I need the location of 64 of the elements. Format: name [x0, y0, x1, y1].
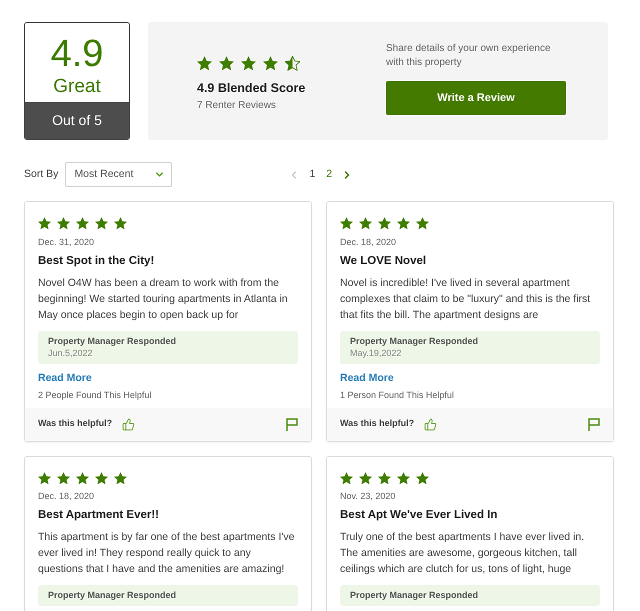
review-date: Dec. 18, 2020	[38, 490, 96, 502]
star-icon	[57, 217, 70, 230]
star-icon	[340, 217, 353, 230]
star-icon	[95, 472, 108, 484]
read-more-link[interactable]: Read More	[340, 372, 394, 384]
review-date: Dec. 18, 2020	[340, 236, 398, 248]
star-icon	[378, 472, 391, 484]
helpful-count: 1 Person Found This Helpful	[340, 388, 455, 400]
overall-score: 4.9	[50, 32, 104, 76]
response-title: Property Manager Responded	[48, 590, 178, 601]
star-icon	[57, 472, 70, 484]
star-icon	[197, 56, 212, 71]
star-icon	[114, 217, 127, 230]
helpful-count: 2 People Found This Helpful	[38, 388, 152, 400]
star-icon	[114, 472, 127, 484]
page-number[interactable]: 2	[324, 166, 334, 182]
star-icon	[340, 472, 353, 484]
star-icon	[378, 217, 391, 230]
flag-icon[interactable]	[286, 418, 298, 430]
review-text: Truly one of the best apartments I have ever lived in. The amenities are awesome, gorgeous kitchen, tall ceilings which are clutch for us, tons of light, huge	[340, 530, 586, 577]
star-icon	[219, 56, 234, 71]
response-date: Jun.5,2022	[48, 346, 94, 358]
blended-score: 4.9 Blended Score	[197, 80, 306, 96]
thumbs-up-icon[interactable]	[122, 418, 136, 430]
review-text: This apartment is by far one of the best apartments I've ever lived in! They respond really quick to any questions that I have and the amenities are amazing!	[38, 530, 296, 577]
star-icon	[38, 217, 51, 230]
thumbs-up-icon[interactable]	[424, 418, 438, 430]
helpful-prompt: Was this helpful?	[38, 417, 112, 430]
review-title: Best Spot in the City!	[38, 254, 156, 268]
score-label: Great	[53, 76, 101, 98]
half-star-icon	[285, 56, 300, 71]
star-icon	[397, 472, 410, 484]
review-text: Novel O4W has been a dream to work with from the beginning! We started touring apartments in Atlanta in May once places begin to open back up for	[38, 276, 289, 322]
response-title: Property Manager Responded	[350, 336, 480, 346]
write-review-prompt: Share details of your own experience with this property	[386, 42, 552, 70]
response-title: Property Manager Responded	[350, 590, 480, 601]
review-text: Novel is incredible! I've lived in several apartment complexes that claim to be "luxury" and this is the first that fits the bill. The apartment designs are	[340, 276, 592, 322]
helpful-prompt: Was this helpful?	[340, 417, 414, 430]
page-number[interactable]: 1	[307, 166, 318, 182]
star-icon	[416, 217, 429, 230]
review-title: Best Apartment Ever!!	[38, 508, 160, 523]
write-review-button[interactable]: Write a Review	[386, 81, 566, 115]
score-scale: Out of 5	[52, 111, 102, 130]
review-date: Dec. 31, 2020	[38, 236, 96, 248]
review-date: Nov. 23, 2020	[340, 490, 396, 502]
star-icon	[359, 217, 372, 230]
read-more-link[interactable]: Read More	[38, 372, 92, 384]
star-icon	[263, 56, 278, 71]
sort-select[interactable]: Most Recent	[65, 162, 172, 187]
response-title: Property Manager Responded	[48, 336, 178, 346]
star-icon	[359, 472, 372, 484]
review-title: Best Apt We've Ever Lived In	[340, 508, 498, 523]
star-icon	[95, 217, 108, 230]
review-title: We LOVE Novel	[340, 254, 428, 268]
star-icon	[397, 217, 410, 230]
star-icon	[76, 217, 89, 230]
review-count: 7 Renter Reviews	[197, 98, 277, 112]
flag-icon[interactable]	[588, 418, 600, 430]
sort-label: Sort By	[24, 166, 58, 182]
response-date: May.19,2022	[350, 346, 402, 358]
star-icon	[76, 472, 89, 484]
star-icon	[416, 472, 429, 484]
star-icon	[241, 56, 256, 71]
star-icon	[38, 472, 51, 484]
